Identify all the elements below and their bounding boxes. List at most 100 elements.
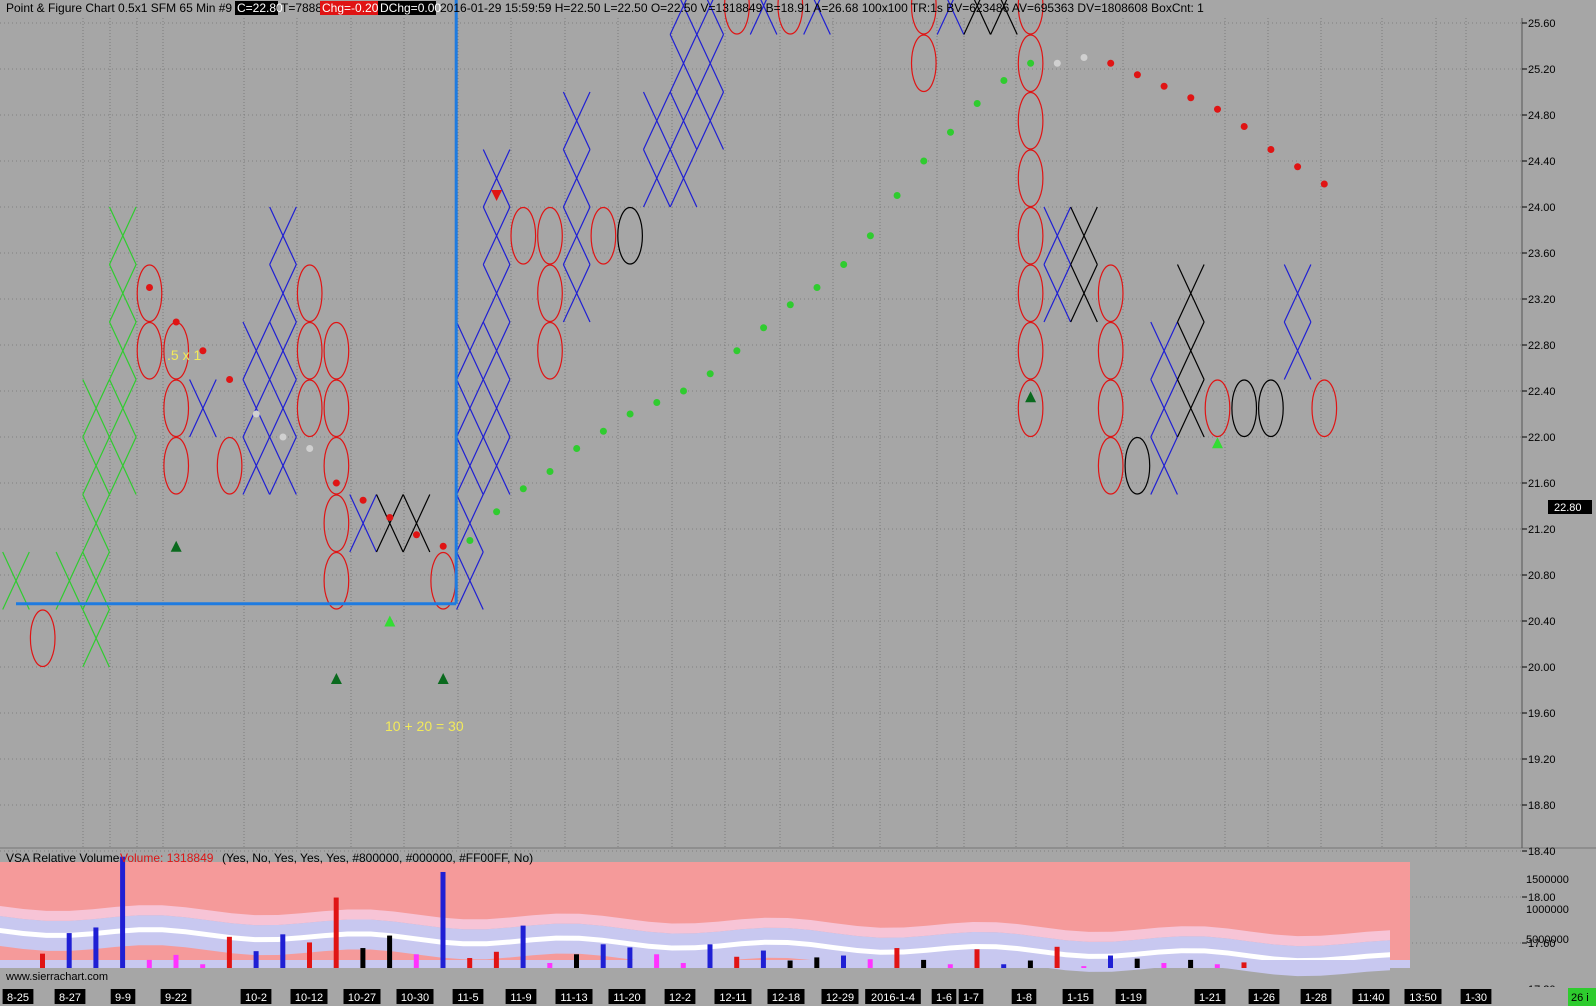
- sar-dot: [493, 508, 501, 516]
- sar-dot: [306, 445, 314, 452]
- volume-panel-title: VSA Relative Volume: [6, 851, 120, 865]
- sar-dot: [1133, 71, 1141, 79]
- volume-bar: [574, 954, 579, 968]
- date-tick-label: 9-9: [115, 992, 131, 1004]
- price-tick-label: 24.80: [1528, 110, 1556, 122]
- sar-dot: [413, 531, 420, 539]
- price-tick-label: 19.20: [1528, 754, 1556, 766]
- sar-dot: [1107, 59, 1115, 67]
- date-tick-label: 11:40: [1358, 992, 1385, 1004]
- dchg-badge: DChg=0.00: [380, 1, 441, 15]
- volume-bar: [547, 963, 553, 968]
- date-tick-label: 8-25: [7, 992, 29, 1004]
- volume-bar: [707, 944, 713, 968]
- volume-bar: [947, 964, 953, 968]
- date-tick-label: 10-2: [245, 992, 267, 1004]
- date-tick-label: 1-21: [1199, 992, 1221, 1004]
- price-tick-label: 20.80: [1528, 570, 1556, 582]
- volume-bar: [146, 959, 152, 968]
- volume-bar: [1241, 962, 1247, 968]
- price-tick-label: 22.00: [1528, 432, 1556, 444]
- volume-bar: [1054, 946, 1060, 968]
- sar-dot: [733, 347, 741, 355]
- volume-bar: [841, 955, 846, 968]
- price-tick-label: 24.40: [1528, 156, 1556, 168]
- volume-bar: [787, 960, 793, 968]
- date-tick-label: 11-5: [457, 992, 478, 1004]
- date-tick-label: 12-29: [826, 992, 854, 1004]
- sar-dot: [1320, 180, 1328, 188]
- volume-bar: [360, 948, 366, 968]
- date-tick-label: 1-28: [1305, 992, 1327, 1004]
- sar-dot: [1080, 54, 1088, 61]
- volume-tick-label: 1500000: [1526, 874, 1569, 886]
- date-tick-label: 11-9: [510, 992, 531, 1004]
- volume-bar: [734, 956, 740, 968]
- volume-bar: [894, 948, 900, 968]
- date-tick-label: 12-11: [719, 992, 746, 1004]
- price-tick-label: 19.60: [1528, 708, 1556, 720]
- header-info: 2016-01-29 15:59:59 H=22.50 L=22.50 O=22…: [440, 1, 1204, 15]
- volume-bar: [814, 957, 820, 968]
- volume-bar: [387, 935, 393, 968]
- date-tick-label: 10-12: [295, 992, 323, 1004]
- sar-dot: [947, 128, 954, 136]
- date-tick-label: 1-19: [1120, 992, 1142, 1004]
- sar-dot: [1027, 59, 1035, 67]
- watermark: www.sierrachart.com: [5, 971, 108, 983]
- volume-bar: [921, 959, 927, 968]
- price-tick-label: 25.20: [1528, 64, 1556, 76]
- volume-bar: [280, 934, 286, 968]
- volume-axis: 1500000 1000000 5000000: [1526, 874, 1569, 946]
- sar-dot: [359, 496, 367, 504]
- price-tick-label: 24.00: [1528, 202, 1556, 214]
- sar-dot: [332, 479, 340, 487]
- sar-dot: [813, 284, 821, 291]
- price-tick-label: 22.40: [1528, 386, 1556, 398]
- volume-panel-params: (Yes, No, Yes, Yes, Yes, #800000, #00000…: [222, 851, 533, 865]
- sar-dot: [386, 514, 394, 521]
- sar-dot: [279, 433, 287, 441]
- volume-bar: [600, 944, 606, 968]
- date-tick-label: 13:50: [1409, 992, 1437, 1004]
- date-tick-label: 9-22: [165, 992, 187, 1004]
- price-tick-label: 18.80: [1528, 800, 1556, 812]
- volume-bar: [1188, 959, 1194, 968]
- volume-bar: [173, 954, 179, 968]
- sar-dot: [893, 192, 901, 199]
- volume-bar: [120, 856, 126, 968]
- chg-badge: Chg=-0.20: [322, 1, 379, 15]
- volume-band-low: [0, 960, 1410, 968]
- price-tick-label: 20.00: [1528, 662, 1556, 674]
- sar-dot: [840, 261, 848, 268]
- price-tick-label: 21.20: [1528, 524, 1556, 536]
- sar-dot: [599, 427, 607, 435]
- date-tick-label: 8-27: [59, 992, 81, 1004]
- volume-tick-label: 1000000: [1526, 904, 1569, 916]
- date-tick-label: 10-30: [401, 992, 429, 1004]
- sar-dot: [626, 410, 634, 418]
- volume-bar: [1134, 958, 1140, 968]
- volume-bar: [413, 954, 419, 968]
- sar-dot: [1240, 123, 1248, 130]
- volume-bar: [1214, 964, 1220, 968]
- sar-dot: [226, 376, 234, 383]
- sar-dot: [680, 387, 687, 395]
- sar-dot: [1160, 82, 1168, 90]
- volume-bar: [1001, 964, 1007, 968]
- volume-bar: [66, 933, 72, 968]
- volume-bar: [440, 871, 446, 968]
- sar-dot: [466, 537, 474, 544]
- volume-bar: [200, 964, 206, 968]
- sar-dot: [920, 157, 928, 165]
- volume-bar: [333, 897, 339, 968]
- pf-chart: Point & Figure Chart 0.5x1 SFM 65 Min #9…: [0, 0, 1596, 1006]
- volume-bar: [627, 947, 633, 968]
- sar-dot: [573, 445, 581, 452]
- volume-bar: [1108, 955, 1113, 968]
- volume-bar: [654, 954, 660, 968]
- sar-dot: [706, 370, 714, 378]
- sar-dot: [1187, 94, 1195, 102]
- date-tick-label: 11-13: [560, 992, 587, 1004]
- volume-bar: [467, 958, 473, 968]
